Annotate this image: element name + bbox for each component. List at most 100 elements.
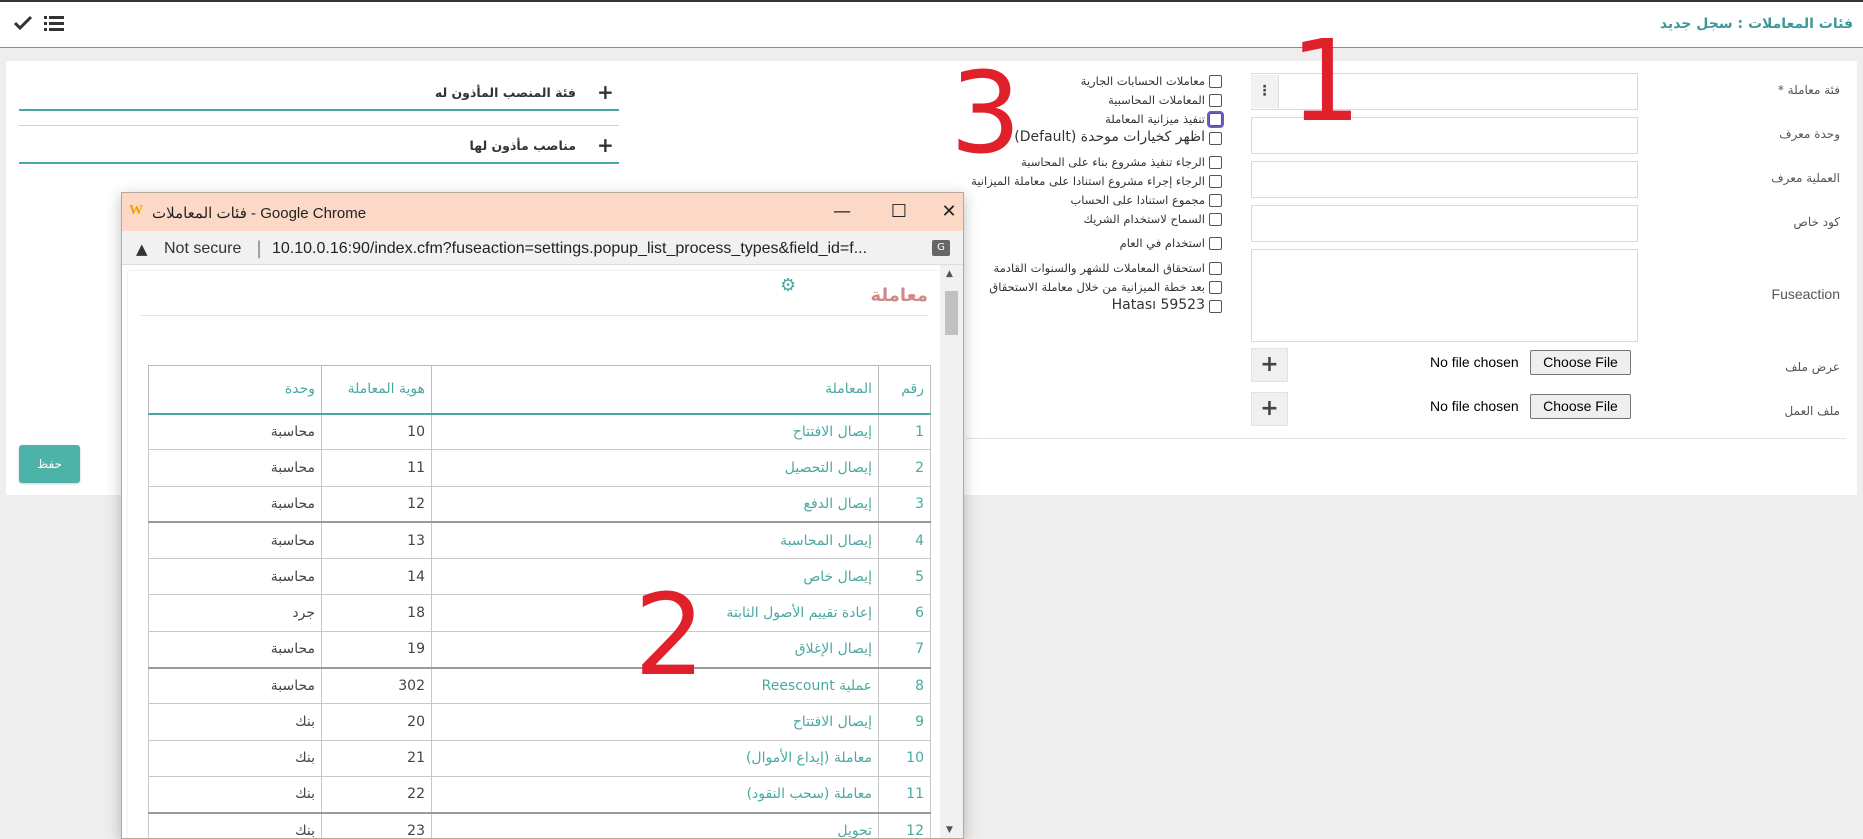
- process-input[interactable]: [1251, 161, 1638, 198]
- annotation-number-1: 1: [1290, 17, 1362, 147]
- check-icon[interactable]: [14, 15, 32, 31]
- checkbox-hatasi[interactable]: [1209, 300, 1222, 313]
- column-header-unit: وحدة: [148, 365, 322, 415]
- row-transaction-name[interactable]: إيصال المحاسبة: [431, 521, 879, 560]
- checkbox-current-accounts[interactable]: [1209, 75, 1222, 88]
- row-transaction-id: 14: [321, 558, 432, 596]
- table-row[interactable]: 12 تحويل 23 بنك: [148, 811, 931, 838]
- row-transaction-id: 11: [321, 449, 432, 487]
- popup-scrollbar[interactable]: ▲ ▼: [940, 265, 963, 838]
- popup-window-title: فئات المعاملات - Google Chrome: [152, 205, 367, 222]
- checkbox-accounting[interactable]: [1209, 94, 1222, 107]
- checkbox-label: بعد خطة الميزانية من خلال معاملة الاستحق…: [989, 280, 1205, 294]
- add-authorized-positions-icon[interactable]: +: [597, 133, 614, 157]
- popup-heading: معاملة: [870, 285, 928, 306]
- field-label-special-code: كود خاص: [1793, 215, 1840, 229]
- row-unit: محاسبة: [148, 666, 322, 705]
- row-unit: جرد: [148, 594, 322, 632]
- row-unit: محاسبة: [148, 558, 322, 596]
- checkbox-label: تنفيذ ميزانية المعاملة: [1105, 112, 1205, 126]
- row-number: 3: [878, 485, 931, 523]
- field-label-fuseaction: Fuseaction: [1771, 286, 1840, 302]
- view-file-choose-button[interactable]: Choose File: [1530, 350, 1631, 375]
- app-logo-icon: W: [129, 203, 143, 218]
- maximize-button[interactable]: ☐: [877, 197, 921, 227]
- annotation-number-2: 2: [634, 571, 706, 701]
- popup-address-bar: ▲ Not secure | 10.10.0.16:90/index.cfm?f…: [122, 231, 963, 265]
- checkbox-default[interactable]: [1209, 132, 1222, 145]
- scroll-down-arrow-icon[interactable]: ▼: [946, 825, 953, 835]
- row-transaction-id: 13: [321, 521, 432, 560]
- fuseaction-textarea[interactable]: [1251, 249, 1638, 342]
- row-transaction-name[interactable]: إيصال الدفع: [431, 485, 879, 523]
- more-options-icon[interactable]: ⋮: [1251, 75, 1279, 108]
- table-row[interactable]: 3 إيصال الدفع 12 محاسبة: [148, 485, 931, 523]
- row-number: 10: [878, 739, 931, 777]
- row-transaction-name[interactable]: معاملة (سحب النقود): [431, 775, 879, 814]
- table-row[interactable]: 2 إيصال التحصيل 11 محاسبة: [148, 449, 931, 487]
- row-transaction-id: 10: [321, 412, 432, 451]
- table-row[interactable]: 4 إيصال المحاسبة 13 محاسبة: [148, 521, 931, 560]
- row-transaction-id: 22: [321, 775, 432, 814]
- row-transaction-name[interactable]: إيصال الافتتاح: [431, 703, 879, 741]
- row-unit: بنك: [148, 703, 322, 741]
- checkbox-project-budget[interactable]: [1209, 175, 1222, 188]
- table-row[interactable]: 10 معاملة (إيداع الأموال) 21 بنك: [148, 739, 931, 777]
- checkbox-budget-execution[interactable]: [1207, 111, 1224, 128]
- view-file-add-button[interactable]: +: [1251, 348, 1288, 382]
- section-underline: [19, 162, 619, 164]
- row-transaction-id: 19: [321, 630, 432, 669]
- table-row[interactable]: 5 إيصال خاص 14 محاسبة: [148, 558, 931, 596]
- page-title: فئات المعاملات : سجل جديد: [1659, 16, 1853, 32]
- row-transaction-id: 302: [321, 666, 432, 705]
- minimize-button[interactable]: —: [820, 197, 864, 227]
- row-transaction-name[interactable]: معاملة (إيداع الأموال): [431, 739, 879, 777]
- row-unit: بنك: [148, 739, 322, 777]
- table-row[interactable]: 11 معاملة (سحب النقود) 22 بنك: [148, 775, 931, 814]
- checkbox-label: مجموع استنادا على الحساب: [1070, 193, 1205, 207]
- checkbox-project-accounting[interactable]: [1209, 156, 1222, 169]
- row-number: 7: [878, 630, 931, 669]
- special-code-input[interactable]: [1251, 205, 1638, 242]
- save-button[interactable]: حفظ: [19, 445, 80, 483]
- row-transaction-name[interactable]: إيصال الافتتاح: [431, 412, 879, 451]
- gear-icon[interactable]: ⚙: [780, 275, 796, 296]
- table-row[interactable]: 7 إيصال الإغلاق 19 محاسبة: [148, 630, 931, 669]
- work-file-add-button[interactable]: +: [1251, 392, 1288, 426]
- translate-icon[interactable]: G: [932, 240, 950, 256]
- row-transaction-name[interactable]: تحويل: [431, 811, 879, 838]
- row-number: 8: [878, 666, 931, 705]
- table-row[interactable]: 9 إيصال الافتتاح 20 بنك: [148, 703, 931, 741]
- checkbox-public-use[interactable]: [1209, 237, 1222, 250]
- close-button[interactable]: ✕: [934, 197, 963, 227]
- heading-divider: [140, 315, 928, 316]
- table-row[interactable]: 6 إعادة تقييم الأصول الثابتة 18 جرد: [148, 594, 931, 632]
- add-authorized-position-category-icon[interactable]: +: [597, 80, 614, 104]
- row-unit: محاسبة: [148, 449, 322, 487]
- checkbox-label: استحقاق المعاملات للشهر والسنوات القادمة: [993, 261, 1205, 275]
- row-transaction-name[interactable]: إيصال التحصيل: [431, 449, 879, 487]
- list-icon[interactable]: [44, 14, 64, 32]
- checkbox-sum-by-account[interactable]: [1209, 194, 1222, 207]
- section-title-authorized-positions: مناصب مأذون لها: [469, 138, 576, 153]
- row-number: 2: [878, 449, 931, 487]
- scroll-thumb[interactable]: [945, 291, 958, 335]
- checkbox-budget-plan-accrual[interactable]: [1209, 281, 1222, 294]
- work-file-choose-button[interactable]: Choose File: [1530, 394, 1631, 419]
- url-text[interactable]: 10.10.0.16:90/index.cfm?fuseaction=setti…: [272, 240, 922, 258]
- scroll-up-arrow-icon[interactable]: ▲: [946, 269, 953, 279]
- top-bar: فئات المعاملات : سجل جديد: [0, 0, 1863, 48]
- table-row[interactable]: 8 عملية Reescount 302 محاسبة: [148, 666, 931, 705]
- row-unit: محاسبة: [148, 412, 322, 451]
- row-number: 5: [878, 558, 931, 596]
- row-unit: محاسبة: [148, 521, 322, 560]
- row-number: 9: [878, 703, 931, 741]
- checkbox-allow-partner[interactable]: [1209, 213, 1222, 226]
- row-transaction-id: 23: [321, 811, 432, 838]
- table-row[interactable]: 1 إيصال الافتتاح 10 محاسبة: [148, 412, 931, 451]
- checkbox-label: معاملات الحسابات الجارية: [1080, 74, 1205, 88]
- row-number: 12: [878, 811, 931, 838]
- row-unit: محاسبة: [148, 630, 322, 669]
- section-title-authorized-category: فئة المنصب المأذون له: [434, 85, 576, 100]
- checkbox-accrual-future[interactable]: [1209, 262, 1222, 275]
